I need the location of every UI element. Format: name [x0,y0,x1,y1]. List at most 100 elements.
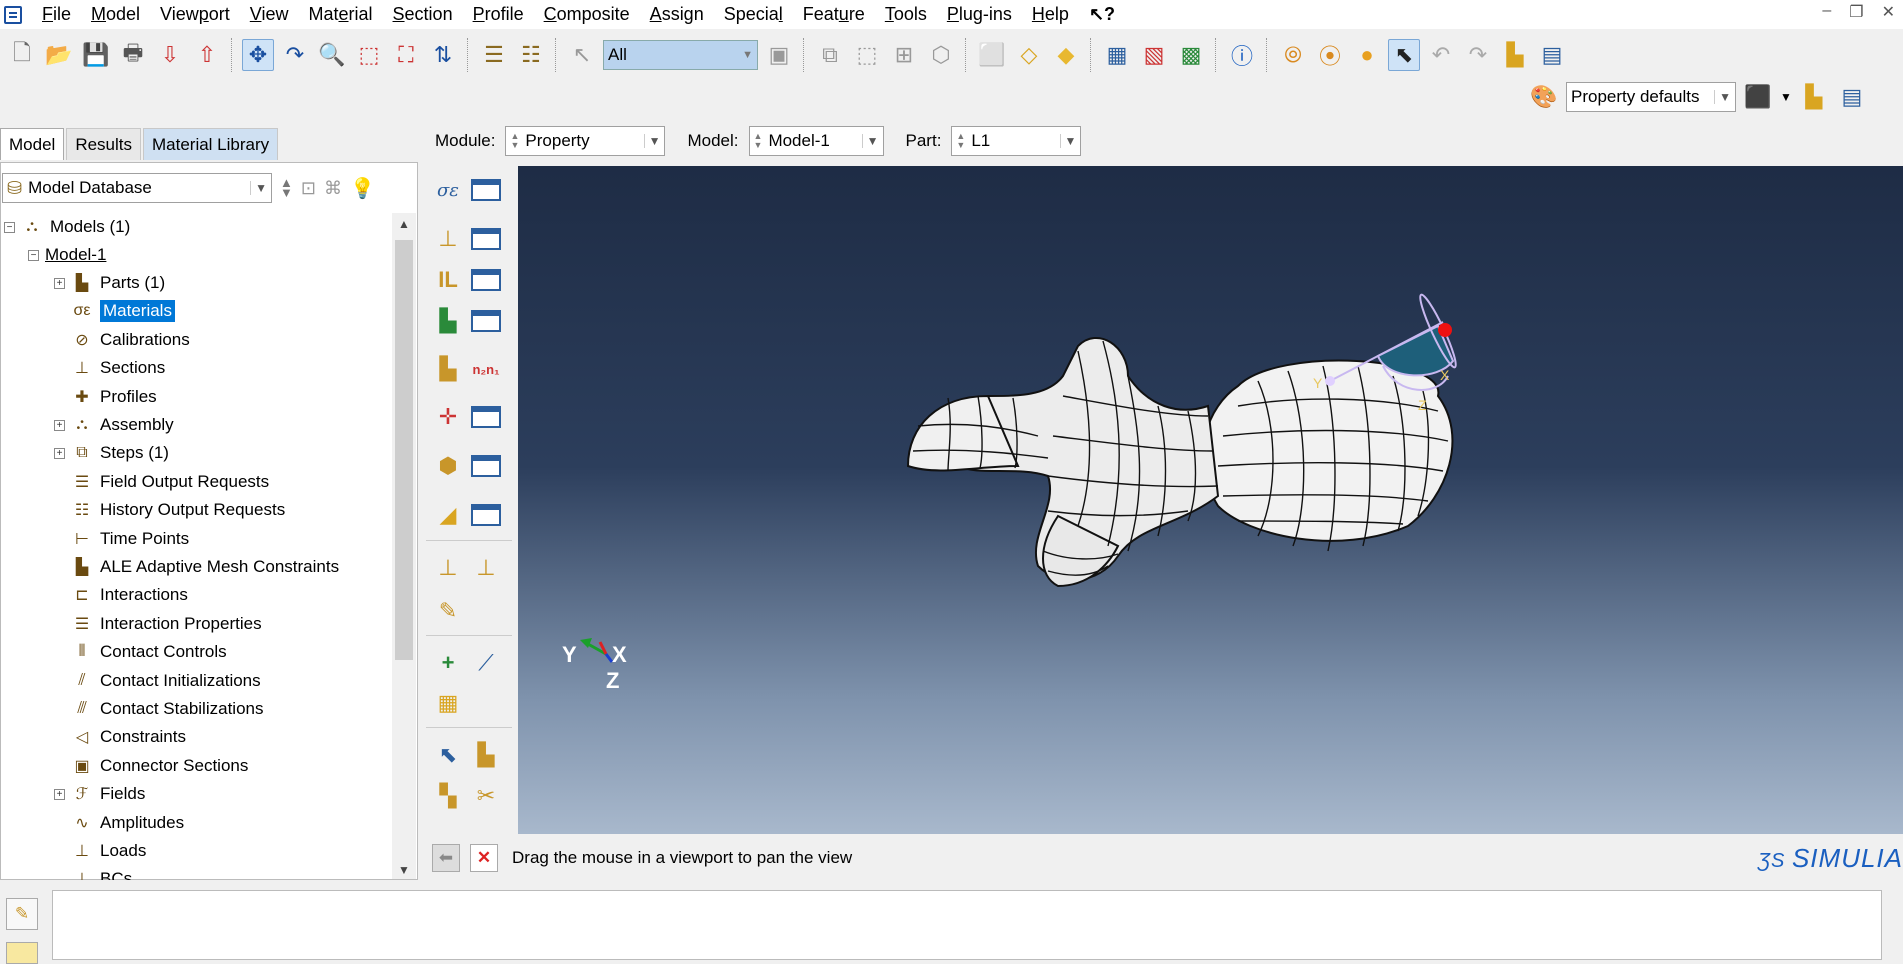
section-assignment-manager-icon[interactable] [468,303,504,339]
intersect-icon[interactable]: ⦾ [1277,39,1309,71]
part-tool-icon[interactable]: ▙ [468,737,504,773]
box-zoom-icon[interactable]: ⬚ [353,39,385,71]
assign-section-icon[interactable]: ▙ [430,303,466,339]
tree-item-fields[interactable]: + ℱ Fields [54,780,145,808]
create-datum-axis-icon[interactable]: ⟋ [468,645,504,681]
tree-item-contact-controls[interactable]: ⦀ Contact Controls [54,638,226,666]
export-icon[interactable]: ⇧ [191,39,223,71]
assign-material-orientation-icon[interactable]: ✛ [430,399,466,435]
skin-manager-icon[interactable] [468,497,504,533]
tab-model[interactable]: Model [0,128,65,160]
zoom-icon[interactable]: 🔍 [316,39,348,71]
lightbulb-icon[interactable]: 💡 [350,176,375,201]
expand-icon[interactable]: + [54,447,65,459]
selection-options-icon[interactable]: ▣ [763,39,795,71]
tree-item-amplitudes[interactable]: ∿ Amplitudes [54,809,184,837]
import-icon[interactable]: ⇩ [154,39,186,71]
tree-item-contact-stabilizations[interactable]: ⫻ Contact Stabilizations [54,695,263,723]
menu-special[interactable]: Special [714,0,793,29]
print-icon[interactable]: 🖶 [117,39,149,71]
new-file-icon[interactable]: 🗋 [6,39,38,71]
create-datum-point-icon[interactable]: + [430,645,466,681]
database-select[interactable]: ⛁ Model Database ▼ [2,173,272,203]
menu-assign[interactable]: Assign [640,0,714,29]
restore-icon[interactable]: ❐ [1849,2,1863,22]
orientation-manager-icon[interactable] [468,399,504,435]
tree-item-parts-1[interactable]: + ▙ Parts (1) [54,269,165,297]
cut-tool-icon[interactable]: ✂ [468,778,504,814]
tab-results[interactable]: Results [66,128,141,160]
tree-item-models[interactable]: − ⛬ Models (1) [4,213,130,241]
create-section-icon[interactable]: ⊥ [430,221,466,257]
union-icon[interactable]: ⦿ [1314,39,1346,71]
message-tab-icon[interactable]: ✎ [6,898,38,930]
info-icon[interactable]: ⓘ [1226,39,1258,71]
tree-item-loads[interactable]: ⊥ Loads [54,837,146,865]
mesh-icon[interactable]: ▦ [1101,39,1133,71]
tree-item-calibrations[interactable]: ⊘ Calibrations [54,326,189,354]
create-skin-icon[interactable]: ◢ [430,497,466,533]
redo-icon[interactable]: ↷ [1462,39,1494,71]
select-edges-icon[interactable]: ⬡ [925,39,957,71]
menu-section[interactable]: Section [383,0,463,29]
tree-item-contact-initializations[interactable]: ⫽ Contact Initializations [54,667,260,695]
tree-item-connector-sections[interactable]: ▣ Connector Sections [54,752,248,780]
tree-item-steps-1[interactable]: + ⧉ Steps (1) [54,439,169,467]
assign-beam-orientation-icon[interactable]: ▙ [430,351,466,387]
chevron-down-icon[interactable]: ▼ [1780,90,1792,104]
tree-item-assembly[interactable]: + ⛬ Assembly [54,411,174,439]
tree-item-constraints[interactable]: ◁ Constraints [54,723,186,751]
module-select[interactable]: ▲ ▼ Property ▼ [505,126,666,156]
open-folder-icon[interactable]: 📂 [43,39,75,71]
menu-material[interactable]: Material [298,0,382,29]
profile-manager-icon[interactable] [468,262,504,298]
section-manager-icon[interactable] [468,221,504,257]
menu-model[interactable]: Model [81,0,150,29]
edit-tool-icon[interactable]: ✎ [430,593,466,629]
menu-viewport[interactable]: Viewport [150,0,240,29]
menu-feature[interactable]: Feature [793,0,875,29]
cycle-views-icon[interactable]: ⇅ [427,39,459,71]
collapse-icon[interactable]: − [4,221,15,233]
tree-scroll-thumb[interactable] [395,240,413,660]
special-options-alt-icon[interactable]: ⊥ [468,550,504,586]
create-composite-layup-icon[interactable]: ⬢ [430,448,466,484]
expand-icon[interactable]: + [54,788,65,800]
sort-arrows-icon[interactable]: ▲ ▼ [280,176,293,199]
material-manager-icon[interactable] [468,172,504,208]
tree-item-interaction-properties[interactable]: ☰ Interaction Properties [54,610,262,638]
menu-help[interactable]: Help [1022,0,1079,29]
part-display-icon[interactable]: ▙ [1798,81,1830,113]
menu-view[interactable]: View [240,0,299,29]
wireframe-icon[interactable]: ⬜ [976,39,1008,71]
tree-item-ale-adaptive-mesh-constraints[interactable]: ▙ ALE Adaptive Mesh Constraints [54,553,339,581]
tree-item-profiles[interactable]: ✚ Profiles [54,383,156,411]
minimize-icon[interactable]: – [1822,2,1831,22]
rotate-icon[interactable]: ↷ [279,39,311,71]
special-options-icon[interactable]: ⊥ [430,550,466,586]
tree-icon[interactable]: ☰ [478,39,510,71]
python-tab-icon[interactable] [6,942,38,964]
menu-tools[interactable]: Tools [875,0,937,29]
tree-item-materials[interactable]: σε Materials [54,297,175,325]
collapse-tree-icon[interactable]: ⊡ [301,178,316,199]
menu-plugins[interactable]: Plug-ins [937,0,1022,29]
tree-item-bcs[interactable]: ⊥ BCs [54,865,132,880]
pan-icon[interactable]: ✥ [242,39,274,71]
selection-filter-select[interactable]: All ▼ [603,40,758,70]
tree-item-field-output-requests[interactable]: ☰ Field Output Requests [54,468,269,496]
tree-item-sections[interactable]: ⊥ Sections [54,354,165,382]
palette-icon[interactable]: 🎨 [1528,81,1560,113]
tree-item-interactions[interactable]: ⊏ Interactions [54,581,188,609]
hidden-line-icon[interactable]: ◇ [1013,39,1045,71]
select-cursor-icon[interactable]: ⬉ [1388,39,1420,71]
menu-profile[interactable]: Profile [463,0,534,29]
part-select[interactable]: ▲ ▼ L1 ▼ [951,126,1082,156]
scroll-down-icon[interactable]: ▼ [392,863,416,877]
tree-item-history-output-requests[interactable]: ☷ History Output Requests [54,496,285,524]
mesh-green-icon[interactable]: ▩ [1175,39,1207,71]
partition-icon[interactable]: ▚ [430,778,466,814]
create-profile-icon[interactable]: IL [430,262,466,298]
collapse-icon[interactable]: − [28,249,39,261]
tree-alt-icon[interactable]: ☷ [515,39,547,71]
